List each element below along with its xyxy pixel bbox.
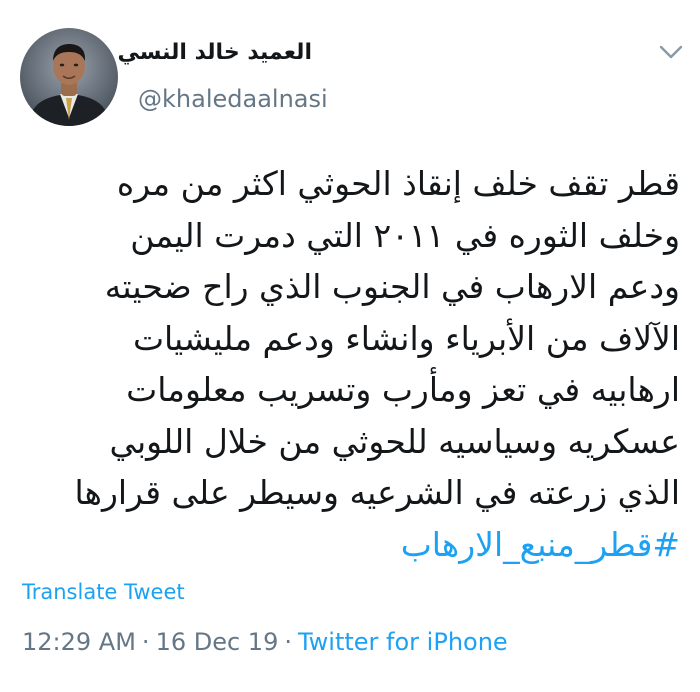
author-display-name[interactable]: العميد خالد النسي [118, 40, 313, 65]
tweet-text-line: عسكريه وسياسيه للحوثي من خلال اللوبي [109, 421, 680, 461]
tweet-text-line: قطر تقف خلف إنقاذ الحوثي اكثر من مره [116, 164, 680, 203]
tweet-text-line: الذي زرعته في الشرعيه وسيطر على قرارها [74, 473, 680, 512]
chevron-down-icon[interactable] [658, 42, 684, 62]
hashtag-link[interactable]: #قطر_منبع_الارهاب [401, 525, 680, 564]
tweet-time[interactable]: 12:29 AM [22, 628, 136, 656]
tweet-text-line: وخلف الثوره في ٢٠١١ التي دمرت اليمن [130, 215, 680, 255]
tweet-date[interactable]: 16 Dec 19 [156, 628, 279, 656]
translate-tweet-link[interactable]: Translate Tweet [22, 580, 185, 604]
tweet-text-line: ودعم الارهاب في الجنوب الذي راح ضحيته [104, 267, 680, 306]
avatar[interactable] [20, 28, 118, 126]
tweet-meta: 12:29 AM · 16 Dec 19 · Twitter for iPhone [22, 628, 508, 656]
tweet-text: قطر تقف خلف إنقاذ الحوثي اكثر من مره وخل… [20, 158, 680, 570]
tweet-source-link[interactable]: Twitter for iPhone [298, 628, 508, 656]
tweet-text-line: ارهابيه في تعز ومأرب وتسريب معلومات [126, 370, 680, 409]
meta-separator: · [141, 628, 150, 656]
meta-separator: · [284, 628, 292, 656]
tweet-text-line: الآلاف من الأبرياء وانشاء ودعم مليشيات [132, 318, 680, 358]
author-handle[interactable]: @khaledaalnasi [138, 85, 328, 113]
